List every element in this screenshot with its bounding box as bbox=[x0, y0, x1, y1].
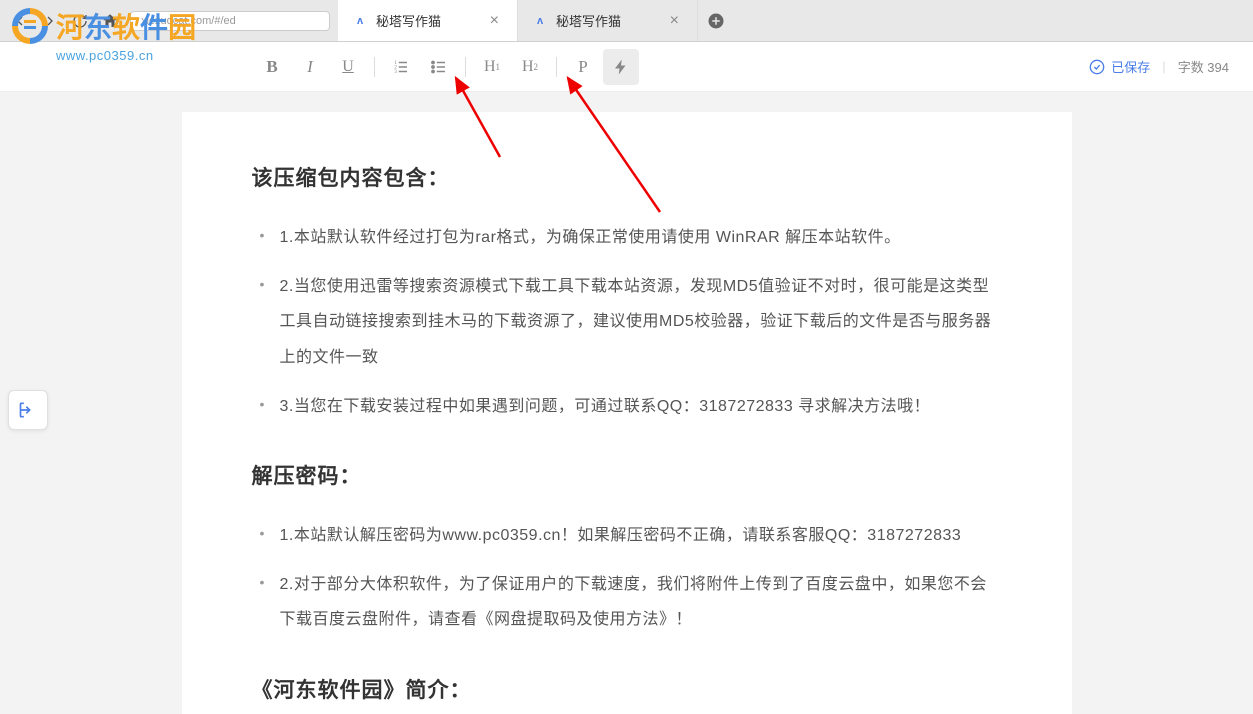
unordered-list-button[interactable] bbox=[421, 49, 457, 85]
list-item: 1.本站默认解压密码为www.pc0359.cn！如果解压密码不正确，请联系客服… bbox=[280, 518, 1002, 553]
underline-button[interactable]: U bbox=[330, 49, 366, 85]
divider bbox=[374, 57, 375, 77]
home-button[interactable] bbox=[98, 9, 122, 33]
ordered-list-button[interactable]: 123 bbox=[383, 49, 419, 85]
tab-2[interactable]: ᴧ 秘塔写作猫 × bbox=[518, 0, 698, 41]
tab-title: 秘塔写作猫 bbox=[556, 11, 621, 30]
check-circle-icon bbox=[1089, 59, 1105, 75]
nav-controls bbox=[0, 9, 130, 33]
heading-1: 该压缩包内容包含： bbox=[252, 162, 1002, 192]
tab-close-button[interactable]: × bbox=[486, 12, 503, 30]
formatting-tools: B I U 123 H1 H2 P bbox=[254, 49, 639, 85]
editor-area: 该压缩包内容包含： 1.本站默认软件经过打包为rar格式，为确保正常使用请使用 … bbox=[0, 92, 1253, 714]
tabs-container: ᴧ 秘塔写作猫 × ᴧ 秘塔写作猫 × bbox=[338, 0, 734, 41]
saved-status: 已保存 bbox=[1089, 57, 1150, 76]
svg-text:3: 3 bbox=[394, 69, 397, 75]
heading-3: 《河东软件园》简介： bbox=[252, 674, 1002, 704]
h2-button[interactable]: H2 bbox=[512, 49, 548, 85]
paragraph-button[interactable]: P bbox=[565, 49, 601, 85]
back-button[interactable] bbox=[8, 9, 32, 33]
divider bbox=[556, 57, 557, 77]
flash-button[interactable] bbox=[603, 49, 639, 85]
url-bar[interactable]: xiezuocat.com/#/ed bbox=[130, 11, 330, 31]
forward-button[interactable] bbox=[38, 9, 62, 33]
tab-close-button[interactable]: × bbox=[666, 12, 683, 30]
tab-title: 秘塔写作猫 bbox=[376, 11, 441, 30]
list-2: 1.本站默认解压密码为www.pc0359.cn！如果解压密码不正确，请联系客服… bbox=[252, 518, 1002, 638]
status-area: 已保存 | 字数 394 bbox=[1089, 57, 1229, 76]
tab-favicon: ᴧ bbox=[532, 13, 548, 29]
document-body[interactable]: 该压缩包内容包含： 1.本站默认软件经过打包为rar格式，为确保正常使用请使用 … bbox=[182, 112, 1072, 714]
separator: | bbox=[1162, 59, 1165, 74]
word-count: 字数 394 bbox=[1178, 57, 1229, 76]
tab-1[interactable]: ᴧ 秘塔写作猫 × bbox=[338, 0, 518, 41]
list-1: 1.本站默认软件经过打包为rar格式，为确保正常使用请使用 WinRAR 解压本… bbox=[252, 220, 1002, 424]
editor-toolbar: B I U 123 H1 H2 P 已保存 | 字数 394 bbox=[0, 42, 1253, 92]
heading-2: 解压密码： bbox=[252, 460, 1002, 490]
list-item: 1.本站默认软件经过打包为rar格式，为确保正常使用请使用 WinRAR 解压本… bbox=[280, 220, 1002, 255]
tab-favicon: ᴧ bbox=[352, 13, 368, 29]
h1-button[interactable]: H1 bbox=[474, 49, 510, 85]
list-item: 2.对于部分大体积软件，为了保证用户的下载速度，我们将附件上传到了百度云盘中，如… bbox=[280, 567, 1002, 637]
bold-button[interactable]: B bbox=[254, 49, 290, 85]
list-item: 3.当您在下载安装过程中如果遇到问题，可通过联系QQ：3187272833 寻求… bbox=[280, 389, 1002, 424]
logout-icon bbox=[18, 400, 38, 420]
sidebar-toggle-button[interactable] bbox=[8, 390, 48, 430]
italic-button[interactable]: I bbox=[292, 49, 328, 85]
list-item: 2.当您使用迅雷等搜索资源模式下载工具下载本站资源，发现MD5值验证不对时，很可… bbox=[280, 269, 1002, 375]
new-tab-button[interactable] bbox=[698, 0, 734, 41]
browser-tab-bar: xiezuocat.com/#/ed ᴧ 秘塔写作猫 × ᴧ 秘塔写作猫 × bbox=[0, 0, 1253, 42]
divider bbox=[465, 57, 466, 77]
reload-button[interactable] bbox=[68, 9, 92, 33]
